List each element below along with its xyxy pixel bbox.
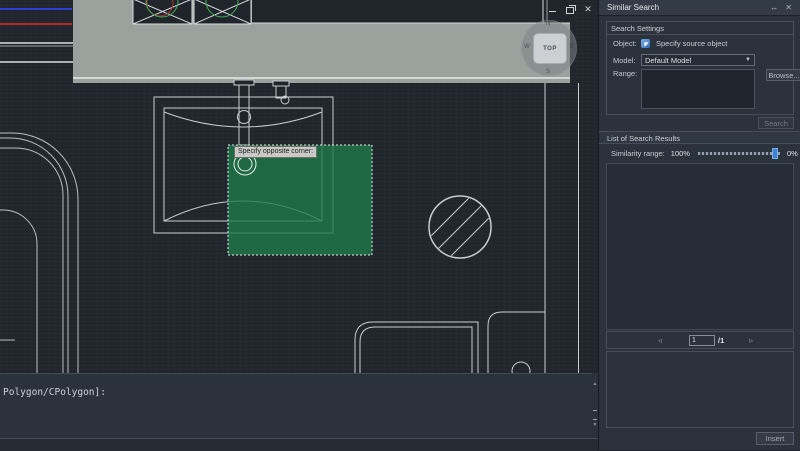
similar-search-panel: Similar Search ↔ ✕ Search Settings Objec…	[598, 0, 800, 450]
page-total-label: /1	[718, 336, 724, 345]
similarity-row: Similarity range: 100% 0%	[599, 146, 800, 160]
similarity-right-value: 0%	[787, 149, 798, 158]
model-dropdown[interactable]: Default Model ▼	[641, 54, 755, 66]
search-settings-group: Search Settings Object: Specify source o…	[606, 21, 794, 115]
page-number-input[interactable]	[689, 335, 715, 346]
results-section-title: List of Search Results	[599, 131, 800, 144]
right-walls	[545, 83, 579, 373]
restore-button[interactable]	[564, 4, 576, 14]
range-label: Range:	[613, 69, 641, 78]
next-page-icon[interactable]: ▹	[746, 336, 756, 345]
similarity-slider[interactable]	[698, 148, 780, 159]
similarity-label: Similarity range:	[611, 149, 665, 158]
drawing-window-controls: ✕	[546, 3, 594, 15]
close-button[interactable]: ✕	[582, 4, 594, 14]
close-icon: ✕	[584, 5, 592, 14]
prev-page-icon[interactable]: ◃	[655, 336, 665, 345]
viewcube[interactable]: N S W E TOP	[521, 20, 577, 76]
browse-button[interactable]: Browse...	[766, 69, 800, 81]
chevron-down-icon: ▼	[745, 57, 751, 63]
panel-title: Similar Search	[607, 3, 659, 12]
scroll-thumb[interactable]	[593, 410, 597, 420]
panel-header: Similar Search ↔ ✕	[599, 0, 800, 16]
viewcube-west-label: W	[524, 44, 530, 50]
viewcube-south-label: S	[546, 69, 550, 75]
pagination-bar: ◃ /1 ▹	[606, 331, 794, 349]
slider-track[interactable]	[698, 152, 780, 155]
object-hint: Specify source object	[656, 39, 727, 48]
viewcube-north-label: N	[546, 21, 550, 27]
range-input[interactable]	[641, 69, 755, 109]
status-bar	[0, 438, 598, 451]
select-object-icon[interactable]	[641, 39, 650, 48]
model-dropdown-value: Default Model	[645, 56, 691, 65]
object-label: Object:	[613, 39, 641, 48]
cursor-tooltip: Specify opposite corner:	[234, 146, 317, 158]
insert-button[interactable]: Insert	[756, 432, 794, 445]
search-results-list	[606, 163, 794, 330]
search-button[interactable]: Search	[758, 117, 794, 129]
command-prompt-text: Polygon/CPolygon]:	[3, 387, 106, 398]
search-settings-title: Search Settings	[607, 22, 793, 35]
restore-icon	[566, 7, 574, 14]
cad-application: Specify opposite corner: N S W E TOP ✕ P…	[0, 0, 800, 450]
similarity-value: 100%	[671, 149, 690, 158]
command-line-panel[interactable]: Polygon/CPolygon]:	[0, 373, 592, 439]
viewcube-top-face[interactable]: TOP	[533, 33, 567, 64]
minimize-icon	[549, 11, 556, 12]
result-preview-area	[606, 351, 794, 428]
hatched-circle	[429, 196, 491, 258]
slider-handle[interactable]	[772, 148, 778, 159]
viewcube-east-label: E	[570, 44, 574, 50]
panel-close-icon[interactable]: ✕	[785, 3, 792, 12]
wall-arcs	[0, 133, 78, 373]
panel-pin-icon[interactable]: ↔	[770, 3, 778, 12]
minimize-button[interactable]	[546, 4, 558, 14]
model-label: Model:	[613, 56, 641, 65]
stove-burners	[133, 0, 251, 24]
selection-window	[228, 145, 372, 255]
colored-wall-lines	[0, 9, 73, 62]
faucet	[234, 80, 289, 145]
bottom-fixtures	[355, 312, 545, 380]
